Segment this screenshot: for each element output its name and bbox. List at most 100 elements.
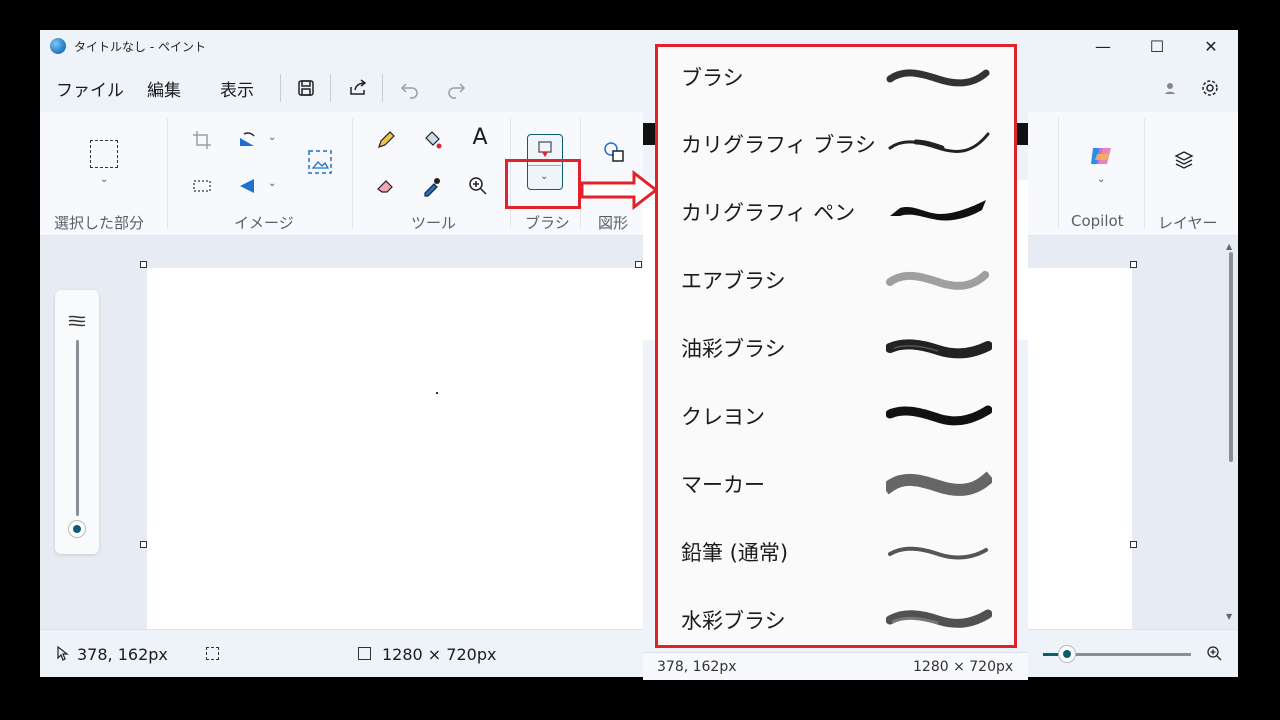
group-label-tools: ツール xyxy=(411,214,457,232)
brush-dropdown-menu: ブラシ カリグラフィ ブラシ カリグラフィ ペン エアブラシ 油彩ブラシ クレヨ… xyxy=(655,44,1017,648)
selection-size-icon xyxy=(206,647,219,660)
brush-size-slider[interactable] xyxy=(55,290,99,554)
zoom-thumb[interactable] xyxy=(1058,645,1076,663)
group-label-image: イメージ xyxy=(234,214,294,232)
group-label-shapes: 図形 xyxy=(598,214,629,232)
account-icon[interactable] xyxy=(1158,76,1182,100)
paint-app-icon xyxy=(50,38,66,54)
chevron-down-icon[interactable]: ⌄ xyxy=(1097,174,1105,185)
layers-icon[interactable] xyxy=(1172,148,1196,172)
brush-option-label: クレヨン xyxy=(681,405,765,429)
canvas-area: ▲ ▼ xyxy=(40,236,1238,638)
brush-option-calligraphy-pen[interactable]: カリグラフィ ペン xyxy=(658,182,1014,250)
canvas-size: 1280 × 720px xyxy=(382,645,497,664)
share-icon[interactable] xyxy=(346,76,370,100)
group-divider xyxy=(1144,118,1145,228)
brush-icon xyxy=(538,141,552,157)
resize-handle[interactable] xyxy=(635,261,642,268)
eraser-icon[interactable] xyxy=(374,174,398,198)
brush-option-brush[interactable]: ブラシ xyxy=(658,47,1014,115)
brush-stroke-preview xyxy=(886,69,990,87)
stroke-width-icon xyxy=(68,315,86,327)
cursor-position: 378, 162px xyxy=(77,645,168,664)
window-title: タイトルなし - ペイント xyxy=(74,40,206,54)
group-divider xyxy=(1058,118,1059,228)
zoom-in-icon[interactable] xyxy=(1206,645,1222,661)
brush-option-oil-brush[interactable]: 油彩ブラシ xyxy=(658,318,1014,386)
group-label-selection: 選択した部分 xyxy=(54,214,145,232)
overlay-canvas-size: 1280 × 720px xyxy=(913,659,1014,675)
menu-file[interactable]: ファイル xyxy=(56,76,124,101)
vertical-scrollbar[interactable]: ▲ ▼ xyxy=(1226,242,1234,622)
brushes-highlight-box xyxy=(505,159,581,209)
calligraphy-pen-stroke-preview xyxy=(890,200,986,221)
pencil-icon[interactable] xyxy=(374,128,398,152)
chevron-down-icon[interactable]: ⌄ xyxy=(268,132,276,143)
undo-icon[interactable] xyxy=(398,76,422,100)
watercolor-stroke-preview xyxy=(886,609,992,628)
pointer-arrow-icon xyxy=(580,170,659,210)
crayon-stroke-preview xyxy=(886,405,992,426)
scrollbar-thumb[interactable] xyxy=(1229,252,1233,462)
settings-gear-icon[interactable] xyxy=(1198,76,1222,100)
brush-option-pencil[interactable]: 鉛筆 (通常) xyxy=(658,522,1014,590)
canvas-dot xyxy=(436,392,438,394)
minimize-icon[interactable]: — xyxy=(1080,34,1126,60)
menu-view[interactable]: 表示 xyxy=(220,76,254,101)
resize-handle[interactable] xyxy=(1130,541,1137,548)
brush-option-label: カリグラフィ ペン xyxy=(681,201,856,225)
brush-option-label: エアブラシ xyxy=(681,269,786,293)
brush-option-label: 油彩ブラシ xyxy=(681,337,786,361)
status-bar: 378, 162px 1280 × 720px xyxy=(40,629,1238,677)
chevron-down-icon[interactable]: ⌄ xyxy=(268,178,276,189)
maximize-icon[interactable]: ☐ xyxy=(1134,34,1180,60)
brush-option-calligraphy-brush[interactable]: カリグラフィ ブラシ xyxy=(658,114,1014,182)
image-remove-bg-icon[interactable] xyxy=(306,148,334,176)
redo-icon[interactable] xyxy=(444,76,468,100)
overlay-cursor-position: 378, 162px xyxy=(657,659,737,675)
brush-option-label: マーカー xyxy=(681,473,765,497)
calligraphy-brush-stroke-preview xyxy=(888,132,990,153)
brush-option-label: ブラシ xyxy=(681,66,744,90)
oil-brush-stroke-preview xyxy=(886,339,992,359)
brush-option-label: 水彩ブラシ xyxy=(681,609,786,633)
title-bar: タイトルなし - ペイント — ☐ ✕ xyxy=(40,30,1238,62)
brush-option-airbrush[interactable]: エアブラシ xyxy=(658,250,1014,318)
menu-divider xyxy=(382,74,383,102)
resize-handle[interactable] xyxy=(1130,261,1137,268)
brush-option-label: カリグラフィ ブラシ xyxy=(681,133,876,157)
scroll-down-icon[interactable]: ▼ xyxy=(1226,612,1232,621)
fill-bucket-icon[interactable] xyxy=(420,128,444,152)
cursor-icon xyxy=(57,645,69,661)
brush-option-crayon[interactable]: クレヨン xyxy=(658,386,1014,454)
resize-handle[interactable] xyxy=(140,541,147,548)
flip-icon[interactable] xyxy=(236,174,260,198)
paint-window: タイトルなし - ペイント — ☐ ✕ ファイル 編集 表示 ⌄ 選択した部分 … xyxy=(40,30,1238,677)
slider-thumb[interactable] xyxy=(68,520,86,538)
crop-icon[interactable] xyxy=(190,128,214,152)
airbrush-stroke-preview xyxy=(886,270,990,290)
menu-edit[interactable]: 編集 xyxy=(147,76,181,101)
group-label-brushes: ブラシ xyxy=(525,214,570,232)
resize-icon[interactable] xyxy=(190,174,214,198)
copilot-icon[interactable] xyxy=(1087,142,1115,170)
menu-bar: ファイル 編集 表示 xyxy=(40,70,1238,106)
resize-handle[interactable] xyxy=(140,261,147,268)
shapes-icon[interactable] xyxy=(602,140,626,164)
rotate-icon[interactable] xyxy=(236,128,260,152)
brush-option-watercolor[interactable]: 水彩ブラシ xyxy=(658,590,1014,658)
pencil-stroke-preview xyxy=(888,546,988,560)
group-label-layers: レイヤー xyxy=(1158,214,1218,232)
brush-option-marker[interactable]: マーカー xyxy=(658,454,1014,522)
save-icon[interactable] xyxy=(294,76,318,100)
magnifier-icon[interactable] xyxy=(466,174,490,198)
color-picker-icon[interactable] xyxy=(420,174,444,198)
canvas-size-icon xyxy=(358,647,371,660)
selection-rect-icon[interactable] xyxy=(90,140,118,168)
scroll-up-icon[interactable]: ▲ xyxy=(1226,242,1232,251)
text-tool-icon[interactable]: A xyxy=(468,126,492,150)
chevron-down-icon[interactable]: ⌄ xyxy=(100,174,108,185)
slider-track xyxy=(76,340,79,516)
group-divider xyxy=(167,118,168,228)
close-icon[interactable]: ✕ xyxy=(1188,34,1234,60)
